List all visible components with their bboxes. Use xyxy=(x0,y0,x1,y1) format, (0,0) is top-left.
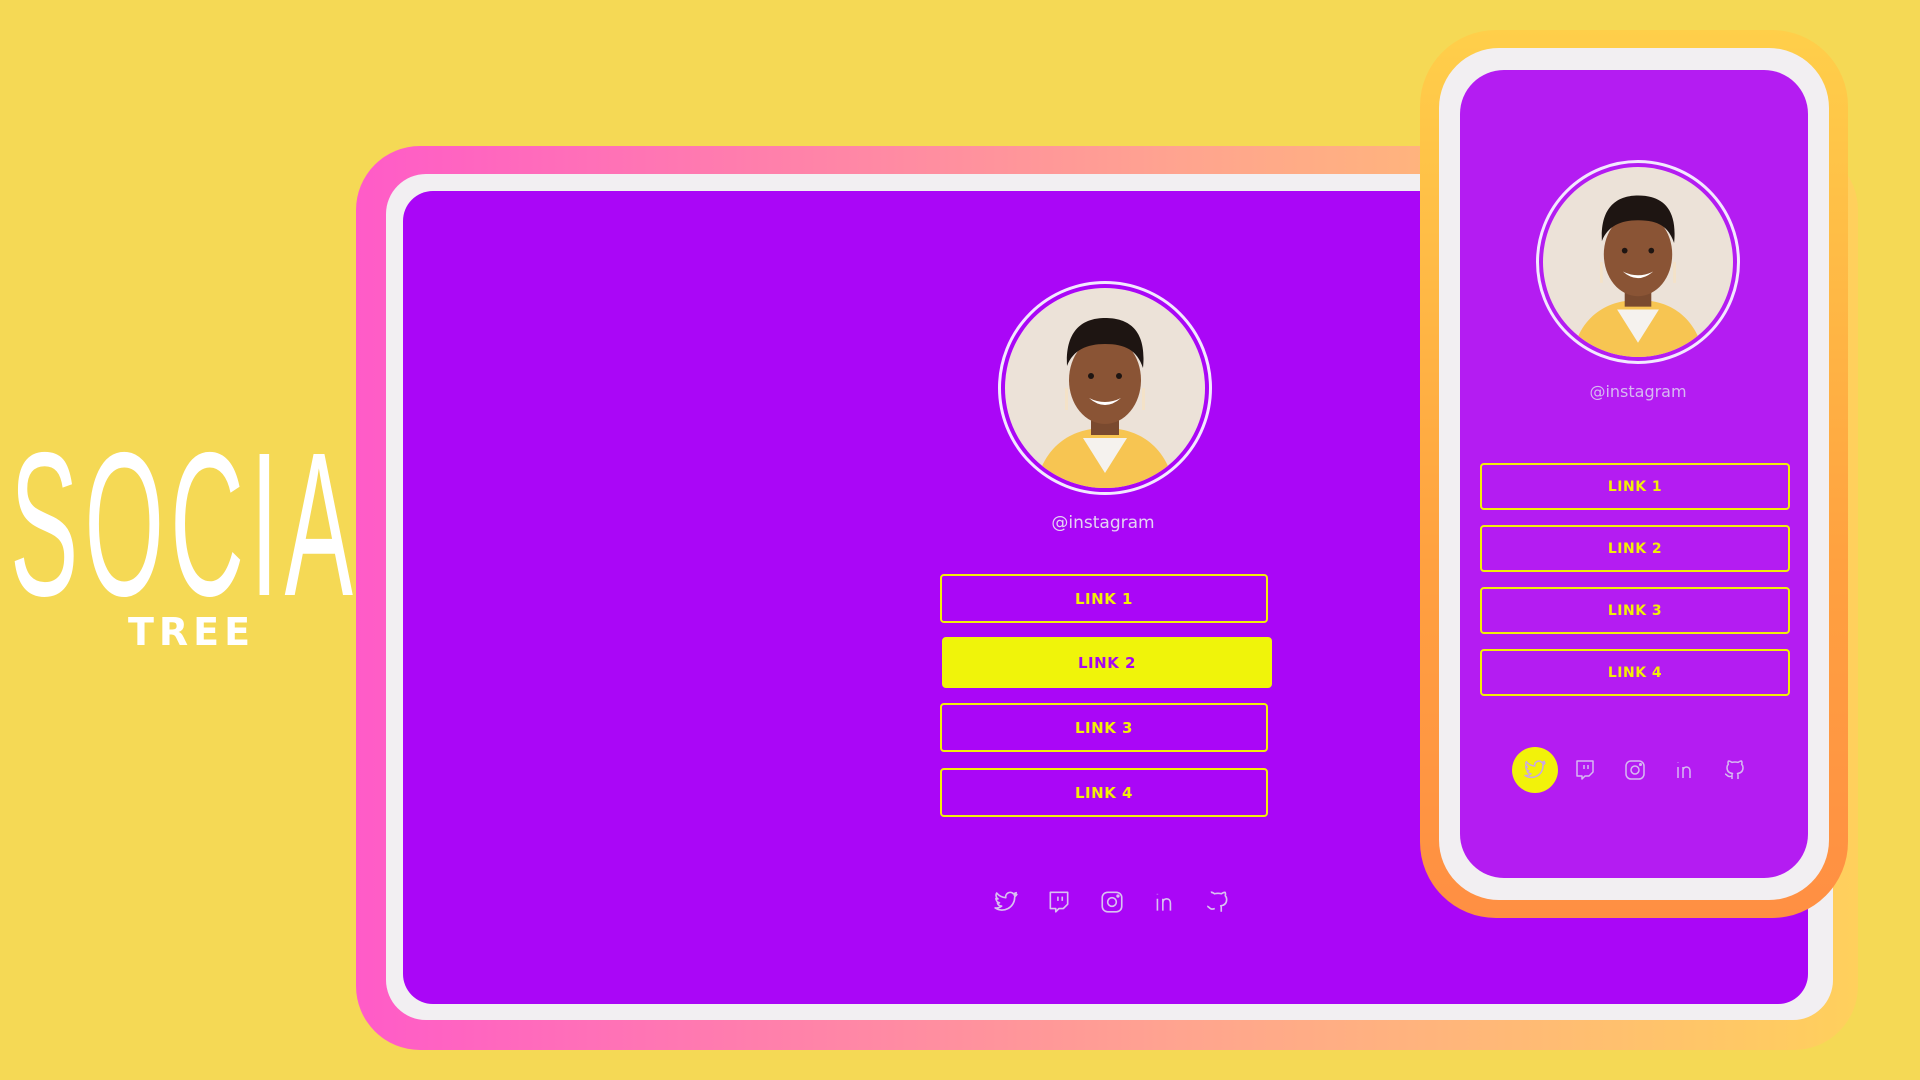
mobile-profile-avatar xyxy=(1536,160,1740,364)
github-icon[interactable] xyxy=(1712,747,1758,793)
mobile-link-button-4[interactable]: LINK 4 xyxy=(1480,649,1790,696)
avatar-photo xyxy=(1543,167,1733,357)
twitch-icon[interactable] xyxy=(1562,747,1608,793)
linkedin-icon[interactable] xyxy=(1147,884,1183,920)
phone-mockup: @instagram LINK 1 LINK 2 LINK 3 LINK 4 xyxy=(1420,30,1848,918)
social-icons xyxy=(988,884,1236,920)
mobile-social-icons xyxy=(1512,747,1758,793)
mobile-link-button-1[interactable]: LINK 1 xyxy=(1480,463,1790,510)
instagram-icon[interactable] xyxy=(1094,884,1130,920)
twitch-icon[interactable] xyxy=(1041,884,1077,920)
phone-screen: @instagram LINK 1 LINK 2 LINK 3 LINK 4 xyxy=(1460,70,1808,878)
link-button-1[interactable]: LINK 1 xyxy=(940,574,1268,623)
twitter-icon[interactable] xyxy=(1512,747,1558,793)
profile-avatar xyxy=(998,281,1212,495)
link-button-2[interactable]: LINK 2 xyxy=(942,637,1272,688)
profile-handle: @instagram xyxy=(1051,513,1155,533)
brand-title: SOCIAL xyxy=(10,410,422,639)
link-button-3[interactable]: LINK 3 xyxy=(940,703,1268,752)
twitter-icon[interactable] xyxy=(988,884,1024,920)
mobile-link-button-3[interactable]: LINK 3 xyxy=(1480,587,1790,634)
brand-subtitle: TREE xyxy=(128,610,256,654)
linkedin-icon[interactable] xyxy=(1662,747,1708,793)
github-icon[interactable] xyxy=(1200,884,1236,920)
brand-logo: SOCIAL TREE xyxy=(10,410,422,654)
mobile-link-button-2[interactable]: LINK 2 xyxy=(1480,525,1790,572)
link-button-4[interactable]: LINK 4 xyxy=(940,768,1268,817)
avatar-photo xyxy=(1005,288,1205,488)
phone-bezel: @instagram LINK 1 LINK 2 LINK 3 LINK 4 xyxy=(1439,48,1829,900)
mobile-profile-handle: @instagram xyxy=(1589,382,1687,401)
instagram-icon[interactable] xyxy=(1612,747,1658,793)
